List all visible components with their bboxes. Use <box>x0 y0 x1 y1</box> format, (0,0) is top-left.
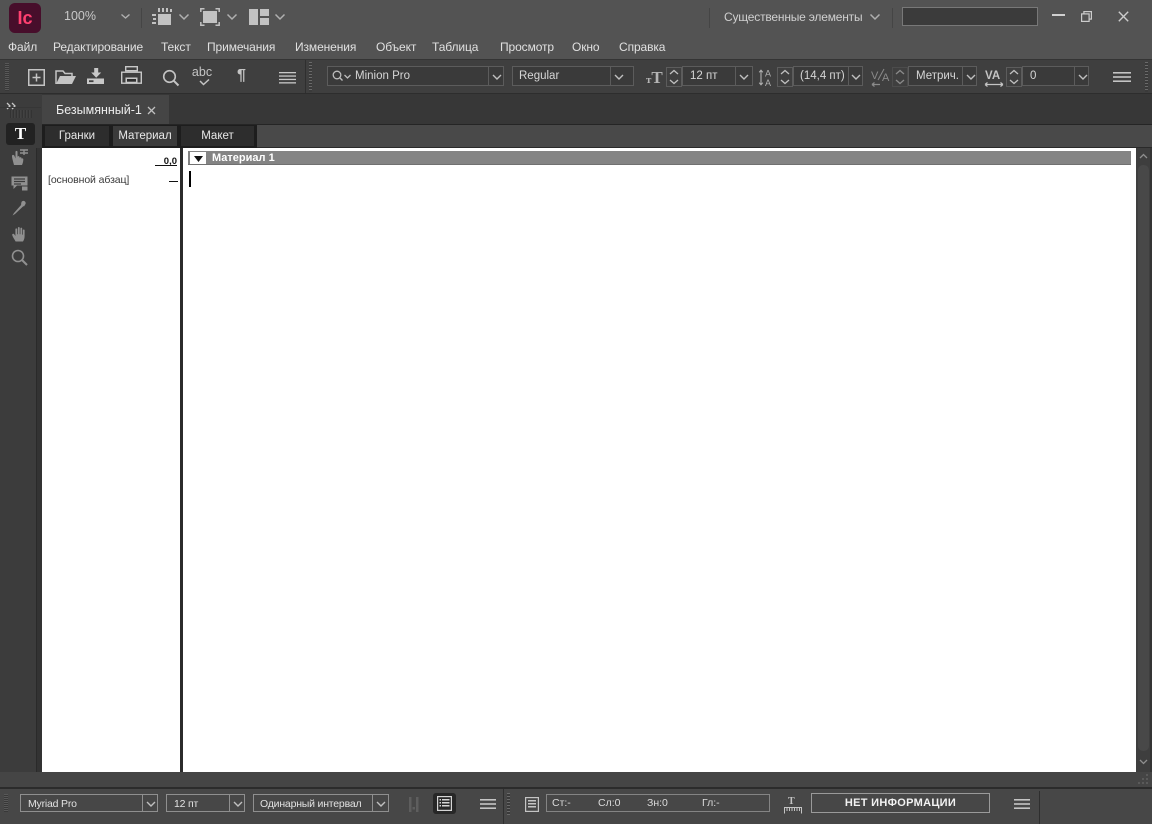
svg-text:A: A <box>882 72 890 84</box>
svg-text:T: T <box>788 796 795 807</box>
svg-text:VA: VA <box>985 70 1000 82</box>
svg-text:A: A <box>765 69 771 79</box>
svg-text:A: A <box>765 78 771 87</box>
svg-text:V: V <box>871 70 879 82</box>
